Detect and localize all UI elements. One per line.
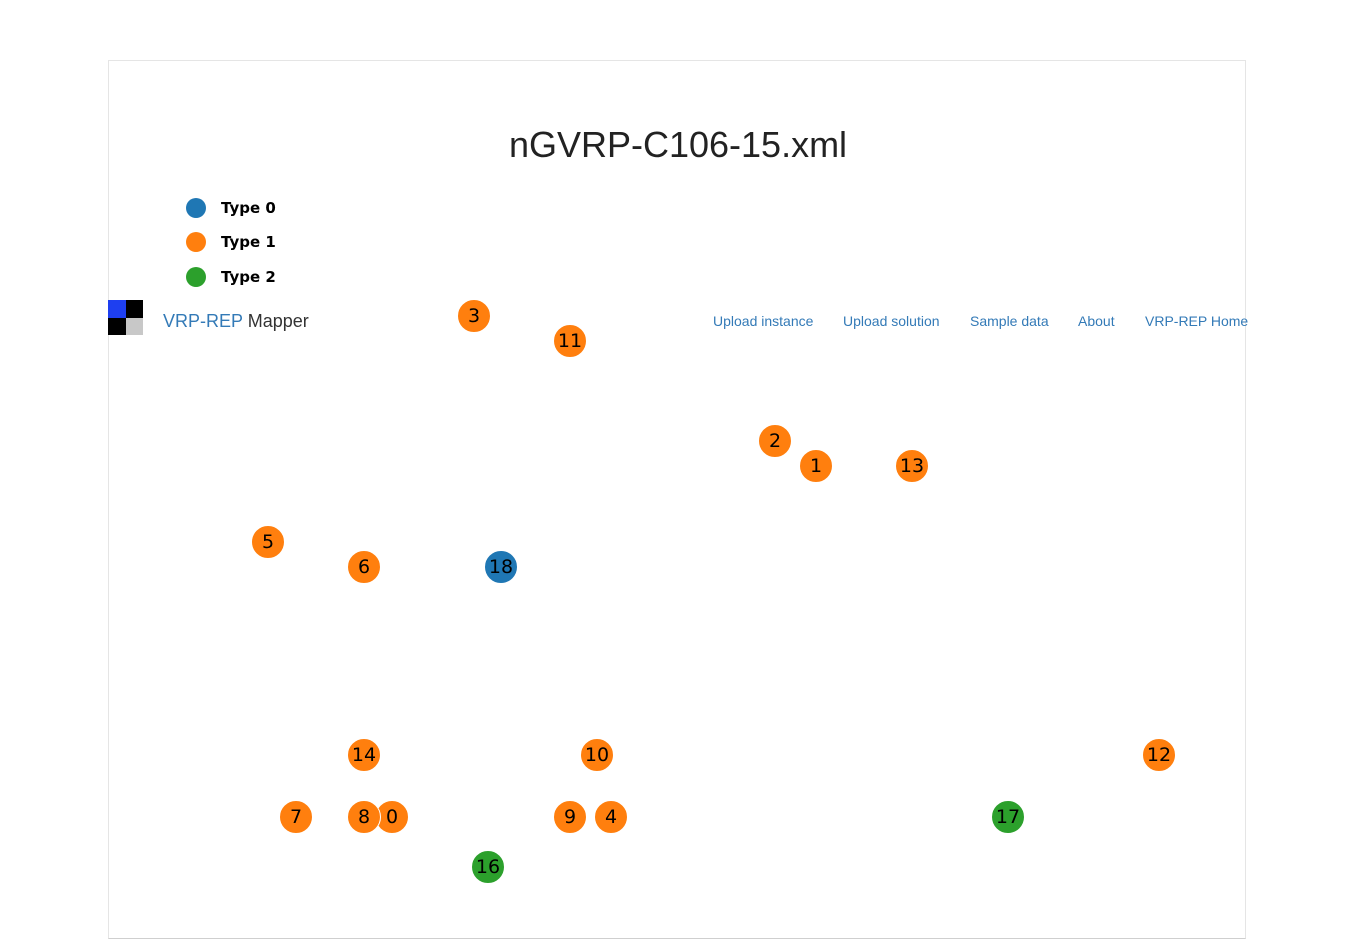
node-marker[interactable]: 14 <box>347 738 381 772</box>
brand-link[interactable]: VRP-REP Mapper <box>163 310 309 332</box>
node-marker[interactable]: 13 <box>895 449 929 483</box>
legend-swatch-type-2 <box>186 267 206 287</box>
node-marker[interactable]: 7 <box>279 800 313 834</box>
node-marker[interactable]: 1 <box>799 449 833 483</box>
legend-item-type-2: Type 2 <box>186 266 276 288</box>
legend-swatch-type-1 <box>186 232 206 252</box>
nav-about[interactable]: About <box>1078 313 1115 329</box>
vrp-rep-logo-icon[interactable] <box>108 300 143 335</box>
plot-title: nGVRP-C106-15.xml <box>508 124 848 165</box>
brand-prefix: VRP-REP <box>163 311 243 331</box>
node-marker[interactable]: 16 <box>471 850 505 884</box>
logo-cell <box>125 300 143 318</box>
node-marker[interactable]: 2 <box>758 424 792 458</box>
node-marker[interactable]: 12 <box>1142 738 1176 772</box>
legend-label: Type 0 <box>221 199 276 217</box>
node-marker[interactable]: 8 <box>347 800 381 834</box>
legend-label: Type 1 <box>221 233 276 251</box>
brand-suffix: Mapper <box>247 311 309 331</box>
node-marker[interactable]: 5 <box>251 525 285 559</box>
nav-sample-data[interactable]: Sample data <box>970 313 1049 329</box>
legend-item-type-1: Type 1 <box>186 231 276 253</box>
legend-swatch-type-0 <box>186 198 206 218</box>
node-marker[interactable]: 4 <box>594 800 628 834</box>
logo-cell <box>125 317 143 335</box>
nav-upload-instance[interactable]: Upload instance <box>713 313 813 329</box>
navbar: VRP-REP Mapper Upload instance Upload so… <box>108 300 1248 336</box>
legend-label: Type 2 <box>221 268 276 286</box>
node-marker[interactable]: 18 <box>484 550 518 584</box>
legend-item-type-0: Type 0 <box>186 197 276 219</box>
logo-cell <box>108 300 126 318</box>
logo-cell <box>108 317 126 335</box>
plot-frame <box>108 60 1246 939</box>
node-marker[interactable]: 6 <box>347 550 381 584</box>
node-marker[interactable]: 9 <box>553 800 587 834</box>
node-marker[interactable]: 10 <box>580 738 614 772</box>
node-marker[interactable]: 3 <box>457 299 491 333</box>
nav-vrp-rep-home[interactable]: VRP-REP Home <box>1145 313 1248 329</box>
node-marker[interactable]: 11 <box>553 324 587 358</box>
node-marker[interactable]: 17 <box>991 800 1025 834</box>
nav-upload-solution[interactable]: Upload solution <box>843 313 940 329</box>
